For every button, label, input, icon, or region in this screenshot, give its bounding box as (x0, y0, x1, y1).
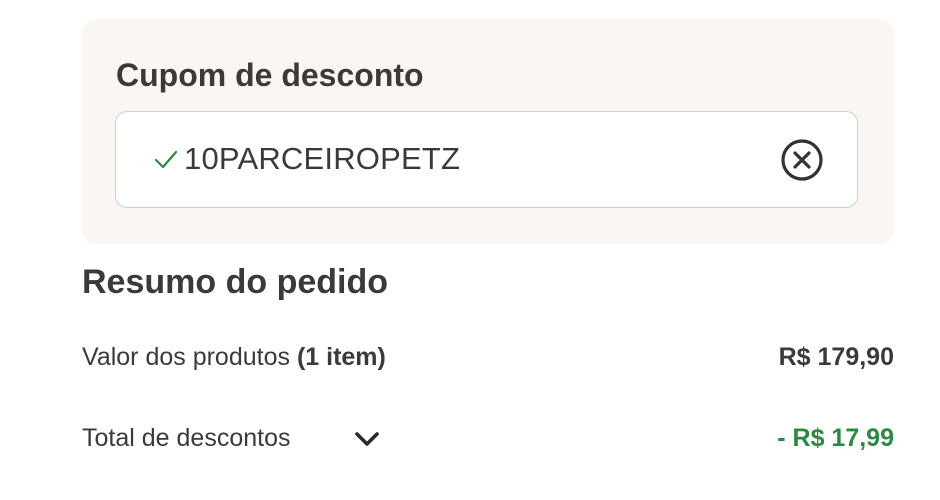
clear-coupon-button[interactable] (780, 138, 824, 182)
order-summary-title: Resumo do pedido (82, 263, 388, 301)
coupon-code-value: 10PARCEIROPETZ (184, 141, 461, 176)
coupon-title: Cupom de desconto (116, 57, 424, 93)
check-icon (153, 146, 179, 172)
coupon-card: Cupom de desconto 10PARCEIROPETZ (82, 19, 894, 244)
discounts-expand-button[interactable] (350, 424, 384, 454)
clear-circle-x-icon (781, 139, 823, 181)
products-item-count: (1 item) (296, 343, 386, 371)
products-value-row: Valor dos produtos (1 item) R$ 179,90 (82, 339, 894, 375)
coupon-input[interactable]: 10PARCEIROPETZ (115, 111, 858, 208)
discounts-total-amount: - R$ 17,99 (777, 424, 894, 452)
checkout-summary-panel: Cupom de desconto 10PARCEIROPETZ Resumo … (0, 0, 940, 500)
products-value-label: Valor dos produtos (1 item) (82, 339, 386, 375)
products-value-amount: R$ 179,90 (778, 343, 894, 371)
discounts-total-row: Total de descontos - R$ 17,99 (82, 420, 894, 456)
discounts-total-label: Total de descontos (82, 424, 291, 452)
chevron-down-icon (355, 432, 379, 446)
products-label-text: Valor dos produtos (82, 343, 290, 371)
